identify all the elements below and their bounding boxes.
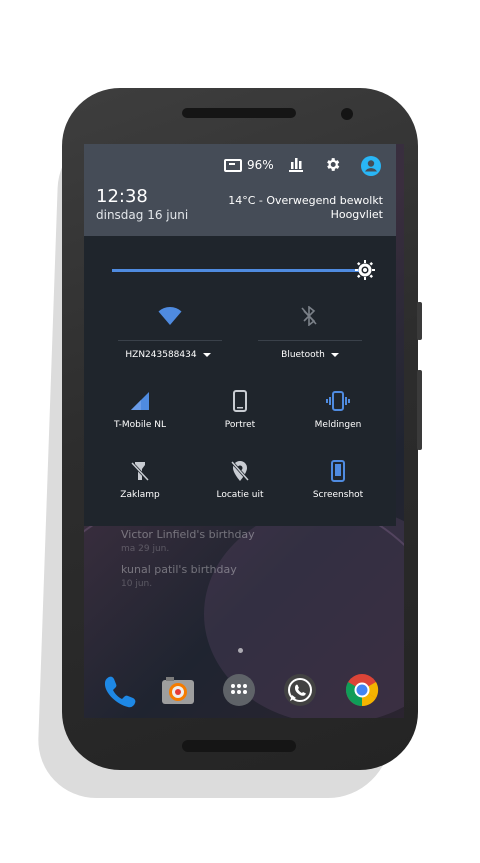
- tile-label: Zaklamp: [120, 490, 160, 500]
- notifications-tile[interactable]: Meldingen: [298, 390, 378, 430]
- chrome-icon[interactable]: [344, 672, 380, 708]
- chevron-down-icon: [330, 352, 339, 357]
- bluetooth-off-icon: [301, 306, 317, 326]
- wifi-icon: [158, 307, 182, 325]
- chevron-down-icon: [202, 352, 211, 357]
- quick-settings-panel: HZN243588434 Bluetooth T-Mobile NL Portr…: [84, 236, 396, 526]
- tile-label: Portret: [224, 420, 256, 430]
- bottom-speaker: [182, 740, 296, 752]
- app-dock: [84, 666, 404, 718]
- wifi-tile[interactable]: [130, 306, 210, 334]
- battery-percent: 96%: [247, 158, 274, 172]
- weather-info[interactable]: 14°C - Overwegend bewolkt Hoogvliet: [228, 194, 383, 222]
- brightness-slider[interactable]: [112, 269, 364, 272]
- bluetooth-tile[interactable]: [269, 306, 349, 334]
- phone-device: 12:38 96% 12:38 dinsdag 16 juni: [62, 88, 422, 770]
- phone-portrait-icon: [233, 390, 247, 412]
- whatsapp-icon[interactable]: [282, 672, 318, 708]
- tile-label: Screenshot: [312, 490, 364, 500]
- camera-app-icon[interactable]: [160, 672, 196, 708]
- bluetooth-divider: [258, 340, 362, 341]
- mobile-network-tile[interactable]: T-Mobile NL: [100, 390, 180, 430]
- tile-label: T-Mobile NL: [113, 420, 167, 430]
- location-tile[interactable]: Locatie uit: [200, 460, 280, 500]
- screen: 12:38 96% 12:38 dinsdag 16 juni: [84, 144, 404, 718]
- screenshot-icon: [331, 460, 345, 482]
- weather-location: Hoogvliet: [330, 208, 383, 221]
- flashlight-tile[interactable]: Zaklamp: [100, 460, 180, 500]
- screenshot-tile[interactable]: Screenshot: [298, 460, 378, 500]
- brightness-icon[interactable]: [355, 260, 375, 280]
- volume-button: [417, 370, 422, 450]
- wifi-network-name: HZN243588434: [125, 350, 197, 360]
- event-title[interactable]: kunal patil's birthday: [121, 563, 237, 576]
- account-icon[interactable]: [361, 156, 381, 176]
- clock-date: dinsdag 16 juni: [96, 208, 189, 222]
- vibrate-icon: [326, 391, 350, 411]
- tile-label: Meldingen: [314, 420, 362, 430]
- signal-icon: [131, 392, 149, 410]
- weather-description: 14°C - Overwegend bewolkt: [228, 194, 383, 207]
- earpiece-speaker: [182, 108, 296, 118]
- event-date: 10 jun.: [121, 579, 153, 589]
- battery-status: 96%: [224, 158, 274, 172]
- rotation-tile[interactable]: Portret: [200, 390, 280, 430]
- app-drawer-icon[interactable]: [221, 672, 257, 708]
- tile-label: Locatie uit: [216, 490, 264, 500]
- bluetooth-dropdown[interactable]: Bluetooth: [260, 350, 360, 360]
- wifi-network-dropdown[interactable]: HZN243588434: [118, 350, 218, 360]
- page-indicator: [238, 648, 243, 653]
- phone-app-icon[interactable]: [100, 672, 136, 708]
- flashlight-off-icon: [131, 461, 149, 482]
- wifi-divider: [118, 340, 222, 341]
- notification-header: 96% 12:38 dinsdag 16 juni 14°C - Overweg…: [84, 144, 396, 236]
- battery-icon: [224, 158, 242, 172]
- bar-chart-icon[interactable]: [288, 156, 304, 172]
- bluetooth-label: Bluetooth: [281, 350, 325, 360]
- location-off-icon: [231, 461, 249, 481]
- event-date: ma 29 jun.: [121, 544, 170, 554]
- clock-time: 12:38: [96, 186, 148, 207]
- settings-icon[interactable]: [324, 156, 341, 173]
- event-title[interactable]: Victor Linfield's birthday: [121, 528, 255, 541]
- front-camera: [341, 108, 353, 120]
- power-button: [417, 302, 422, 340]
